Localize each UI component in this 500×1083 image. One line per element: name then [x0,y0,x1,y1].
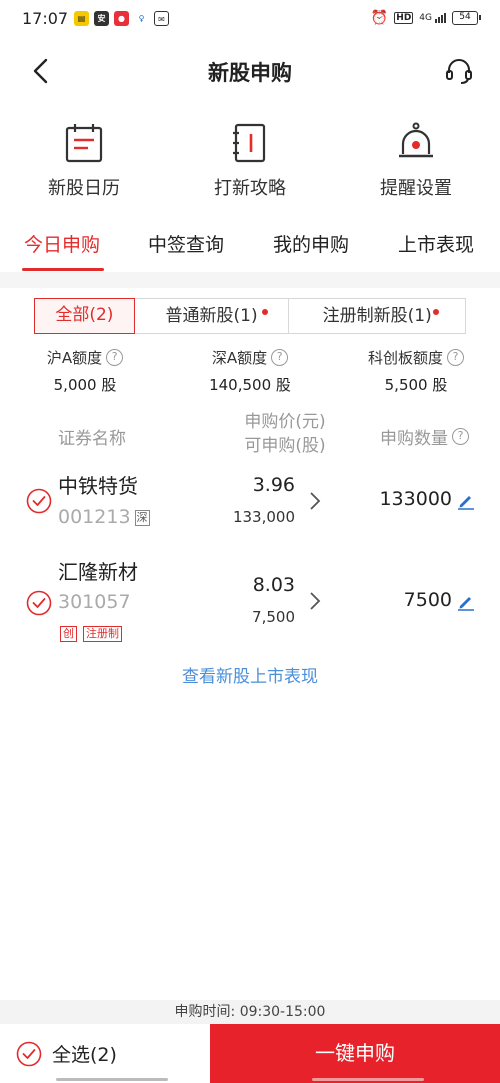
app-notification-icon: 安 [94,11,109,26]
headset-icon[interactable] [444,56,474,86]
section-divider [0,272,500,288]
app-header: 新股申购 [0,40,500,102]
column-price-line: 申购价(元) [244,412,326,432]
help-icon[interactable]: ? [106,348,124,366]
quick-label: 打新攻略 [214,178,286,199]
quota-label: 科创板额度 [367,348,443,367]
tab-listing-performance[interactable]: 上市表现 [398,230,474,257]
select-all[interactable]: 全选(2) [16,1040,117,1067]
market-tag: 深 [134,509,150,526]
quota-label: 沪A额度 [46,348,103,367]
mail-icon: ✉ [154,11,169,26]
quota-section: 沪A额度? 5,000 股 深A额度? 140,500 股 科创板额度? 5,5… [0,346,500,400]
signal-icon: 4G [419,13,446,23]
subscribe-quantity[interactable]: 133000 [379,488,452,510]
quick-actions: 新股日历 打新攻略 提醒设置 [0,122,500,202]
edit-icon[interactable] [457,492,475,510]
quota-value: 5,000 股 [53,376,117,394]
table-header: 证券名称 申购价(元) 可申购(股) 申购数量 ? [0,406,500,462]
stock-code-wrap: 001213 深 [58,506,150,528]
quota-sz: 深A额度? 140,500 股 [190,346,310,395]
quota-value: 5,500 股 [384,376,448,394]
column-available-line: 可申购(股) [244,436,326,456]
bell-icon [399,122,433,158]
filter-label: 全部(2) [55,305,114,325]
subscribe-time-bar: 申购时间: 09:30-15:00 [0,1000,500,1024]
new-dot-indicator [433,309,439,315]
one-click-subscribe-button[interactable]: 一键申购 [210,1024,500,1083]
network-type: 4G [419,13,432,23]
notebook-icon [233,123,266,163]
column-name: 证券名称 [58,429,126,449]
view-listing-performance-link[interactable]: 查看新股上市表现 [0,662,500,687]
tab-today-subscribe[interactable]: 今日申购 [24,230,100,257]
help-icon[interactable]: ? [447,348,464,366]
bottom-action-bar: 全选(2) 一键申购 [0,1024,500,1083]
chevron-right-icon[interactable] [308,490,322,512]
hd-icon: HD [394,12,414,24]
quota-label: 深A额度 [211,348,268,367]
column-qty: 申购数量 ? [380,424,469,449]
tab-lottery-query[interactable]: 中签查询 [148,230,224,257]
available-shares: 133,000 [232,508,295,526]
badge-chuangye: 创 [60,626,77,642]
column-qty-label: 申购数量 [380,429,448,449]
quick-ipo-strategy[interactable]: 打新攻略 [180,122,320,200]
subscribe-quantity[interactable]: 7500 [404,589,452,611]
quick-label: 新股日历 [48,178,120,199]
stock-code: 301057 [58,591,131,613]
checkbox-checked-icon [16,1041,42,1066]
tab-bar: 今日申购 中签查询 我的申购 上市表现 [0,222,500,272]
badge-registration: 注册制 [83,626,122,642]
tab-my-subscriptions[interactable]: 我的申购 [273,230,349,257]
subscribe-price: 3.96 [252,474,295,496]
checkbox-checked-icon[interactable] [26,488,52,514]
table-row[interactable]: 中铁特货 001213 深 3.96 133,000 133000 [0,468,500,558]
quick-label: 提醒设置 [380,178,452,199]
available-shares: 7,500 [252,608,295,626]
tab-active-indicator [22,268,104,271]
filter-registration[interactable]: 注册制新股(1) [289,299,465,333]
battery-icon: 54 [452,11,481,25]
gesture-hint [312,1078,424,1081]
filter-segment: 全部(2) 普通新股(1) 注册制新股(1) [34,298,466,334]
column-price: 申购价(元) 可申购(股) [232,410,338,458]
app-notification-icon: ● [114,11,129,26]
status-indicators: ⏰ HD 4G 54 [370,10,481,26]
filter-label: 注册制新股(1) [322,306,432,326]
stock-code: 001213 [58,506,131,528]
stock-name: 汇隆新材 [58,560,138,584]
quota-value: 140,500 股 [209,376,291,394]
new-dot-indicator [262,309,269,315]
help-icon[interactable]: ? [271,348,289,366]
chevron-right-icon[interactable] [308,590,322,612]
notification-icons: ▤ 安 ● ♀ ✉ [74,11,169,26]
app-notification-icon: ♀ [134,11,149,26]
quick-reminder-settings[interactable]: 提醒设置 [346,122,486,200]
status-time: 17:07 [22,9,69,28]
table-row[interactable]: 汇隆新材 301057 创 注册制 8.03 7,500 7500 [0,554,500,654]
subscribe-price: 8.03 [252,574,295,596]
filter-label: 普通新股(1) [165,306,258,326]
help-icon[interactable]: ? [452,428,469,445]
quota-sh: 沪A额度? 5,000 股 [30,346,140,395]
quick-new-stock-calendar[interactable]: 新股日历 [14,122,154,200]
gesture-hint [56,1078,168,1081]
stock-badges: 创 注册制 [60,626,122,642]
checkbox-checked-icon[interactable] [26,590,52,616]
status-bar: 17:07 ▤ 安 ● ♀ ✉ ⏰ HD 4G 54 [0,0,500,38]
page-title: 新股申购 [208,61,292,85]
quota-star: 科创板额度? 5,500 股 [356,346,476,395]
edit-icon[interactable] [457,593,475,611]
calendar-icon [65,124,103,163]
select-all-label: 全选(2) [52,1044,117,1066]
stock-name: 中铁特货 [58,474,138,498]
alarm-icon: ⏰ [370,10,389,26]
filter-regular[interactable]: 普通新股(1) [135,299,290,333]
app-notification-icon: ▤ [74,11,89,26]
filter-all[interactable]: 全部(2) [34,298,135,334]
